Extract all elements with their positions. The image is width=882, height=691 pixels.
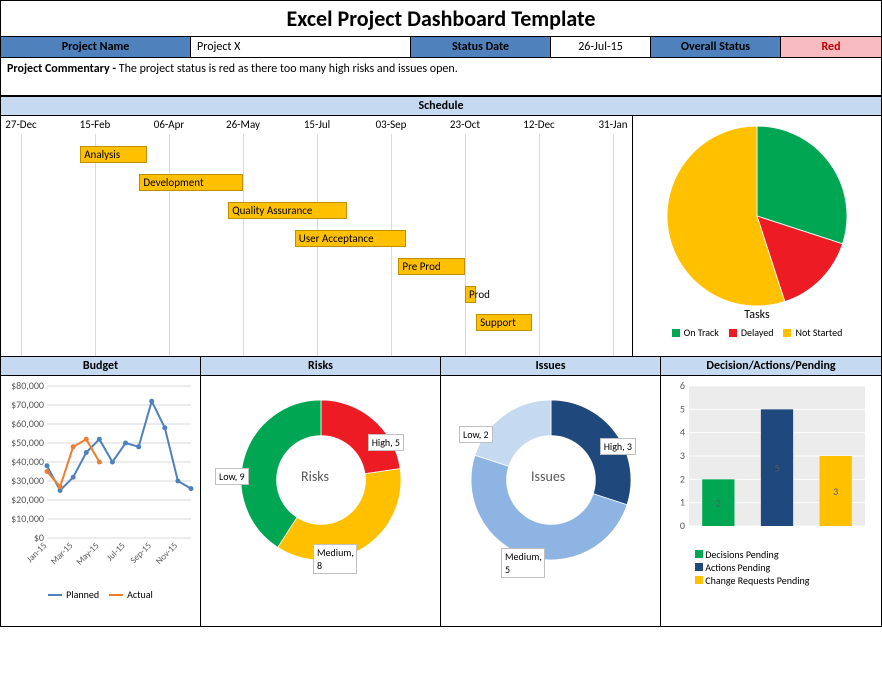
svg-text:$10,000: $10,000: [11, 512, 44, 525]
gantt-bar[interactable]: Pre Prod: [398, 258, 465, 275]
legend-actual: Actual: [109, 588, 153, 601]
svg-text:Sep-15: Sep-15: [128, 540, 154, 566]
gantt-tick: 26-May: [226, 118, 260, 131]
gantt-bar[interactable]: User Acceptance: [295, 230, 406, 247]
dap-legend: Decisions Pending Actions Pending Change…: [665, 548, 877, 587]
gantt-bar[interactable]: Prod: [465, 286, 476, 303]
tasks-pie-title: Tasks: [639, 308, 875, 322]
svg-text:0: 0: [680, 519, 685, 532]
svg-text:$80,000: $80,000: [11, 380, 44, 392]
svg-text:$30,000: $30,000: [11, 474, 44, 487]
issues-medium-label: Medium, 5: [501, 548, 545, 578]
risks-panel: Risks Risks High, 5 Low, 9 Medium, 8: [201, 357, 441, 626]
svg-text:$40,000: $40,000: [11, 455, 44, 468]
value-status-date[interactable]: 26-Jul-15: [551, 37, 651, 57]
risks-body: Risks High, 5 Low, 9 Medium, 8: [201, 376, 440, 626]
issues-low-label: Low, 2: [459, 426, 493, 443]
legend-item: On Track: [672, 326, 719, 339]
gantt-chart: 27-Dec 15-Feb 06-Apr 26-May 15-Jul 03-Sep 23-O…: [1, 116, 633, 356]
svg-text:Jan-15: Jan-15: [25, 540, 50, 565]
svg-text:3: 3: [680, 449, 685, 462]
bottom-row: Budget $0$10,000$20,000$30,000$40,000$50…: [1, 357, 881, 626]
dap-heading: Decision/Actions/Pending: [661, 357, 881, 376]
dap-bar-chart: 0 1 2 3 4 5 6 2 5 3: [665, 380, 875, 540]
svg-text:May-15: May-15: [74, 540, 102, 568]
dashboard-container: Excel Project Dashboard Template Project…: [0, 0, 882, 627]
value-project-name[interactable]: Project X: [191, 37, 411, 57]
gantt-bar[interactable]: Analysis: [80, 146, 147, 163]
label-overall-status: Overall Status: [651, 37, 781, 57]
svg-text:6: 6: [680, 380, 685, 392]
svg-text:5: 5: [774, 462, 779, 475]
gantt-bar[interactable]: Development: [139, 174, 243, 191]
gantt-tick: 27-Dec: [5, 118, 36, 131]
svg-text:Mar-15: Mar-15: [49, 540, 76, 567]
label-status-date: Status Date: [411, 37, 551, 57]
svg-text:Nov-15: Nov-15: [154, 540, 181, 567]
gantt-tick: 03-Sep: [376, 118, 407, 131]
legend-item: Delayed: [729, 326, 774, 339]
risks-medium-label: Medium, 8: [313, 544, 357, 574]
gantt-bar[interactable]: Quality Assurance: [228, 202, 346, 219]
header-row: Project Name Project X Status Date 26-Ju…: [1, 37, 881, 58]
gantt-bar[interactable]: Support: [476, 314, 532, 331]
issues-body: Issues High, 3 Low, 2 Medium, 5: [441, 376, 660, 626]
budget-line-chart: $0$10,000$20,000$30,000$40,000$50,000$60…: [5, 380, 197, 580]
svg-text:$60,000: $60,000: [11, 417, 44, 430]
tasks-pie-panel: Tasks On Track Delayed Not Started: [633, 116, 881, 356]
svg-text:3: 3: [833, 485, 838, 498]
legend-item: Actions Pending: [695, 561, 877, 574]
budget-heading: Budget: [1, 357, 200, 376]
dap-panel: Decision/Actions/Pending 0 1 2 3 4 5 6 2 5 3 Deci…: [661, 357, 881, 626]
budget-legend: Planned Actual: [5, 588, 196, 601]
risks-low-label: Low, 9: [215, 468, 249, 485]
svg-text:$20,000: $20,000: [11, 493, 44, 506]
issues-high-label: High, 3: [600, 438, 636, 455]
gantt-tick: 06-Apr: [154, 118, 185, 131]
tasks-pie-chart: [667, 126, 847, 306]
svg-text:2: 2: [716, 497, 721, 510]
svg-text:$50,000: $50,000: [11, 436, 44, 449]
svg-text:$70,000: $70,000: [11, 398, 44, 411]
legend-item: Not Started: [783, 326, 842, 339]
commentary-label: Project Commentary -: [7, 62, 119, 76]
schedule-heading: Schedule: [1, 96, 881, 116]
schedule-row: 27-Dec 15-Feb 06-Apr 26-May 15-Jul 03-Sep 23-O…: [1, 116, 881, 357]
svg-text:5: 5: [680, 402, 685, 415]
gantt-tick: 31-Jan: [598, 118, 627, 131]
value-overall-status: Red: [781, 37, 881, 57]
gantt-tick: 23-Oct: [450, 118, 480, 131]
svg-text:1: 1: [680, 496, 685, 509]
risks-high-label: High, 5: [368, 434, 404, 451]
svg-text:2: 2: [680, 472, 685, 485]
page-title: Excel Project Dashboard Template: [1, 1, 881, 37]
gantt-tick: 15-Feb: [80, 118, 111, 131]
legend-planned: Planned: [48, 588, 99, 601]
budget-body: $0$10,000$20,000$30,000$40,000$50,000$60…: [1, 376, 200, 626]
risks-heading: Risks: [201, 357, 440, 376]
svg-text:4: 4: [680, 426, 685, 439]
risks-center-label: Risks: [301, 468, 329, 485]
commentary-box[interactable]: Project Commentary - The project status …: [1, 58, 881, 96]
dap-body: 0 1 2 3 4 5 6 2 5 3 Decisions Pending Actions Pen…: [661, 376, 881, 626]
legend-item: Change Requests Pending: [695, 574, 877, 587]
commentary-text: The project status is red as there too m…: [119, 62, 458, 76]
svg-text:Jul-15: Jul-15: [105, 540, 128, 563]
legend-item: Decisions Pending: [695, 548, 877, 561]
label-project-name: Project Name: [1, 37, 191, 57]
tasks-pie-legend: On Track Delayed Not Started: [639, 326, 875, 339]
gantt-tick: 15-Jul: [304, 118, 330, 131]
budget-panel: Budget $0$10,000$20,000$30,000$40,000$50…: [1, 357, 201, 626]
issues-heading: Issues: [441, 357, 660, 376]
issues-center-label: Issues: [531, 468, 565, 485]
issues-panel: Issues Issues High, 3 Low, 2 Medium, 5: [441, 357, 661, 626]
gantt-tick: 12-Dec: [523, 118, 554, 131]
